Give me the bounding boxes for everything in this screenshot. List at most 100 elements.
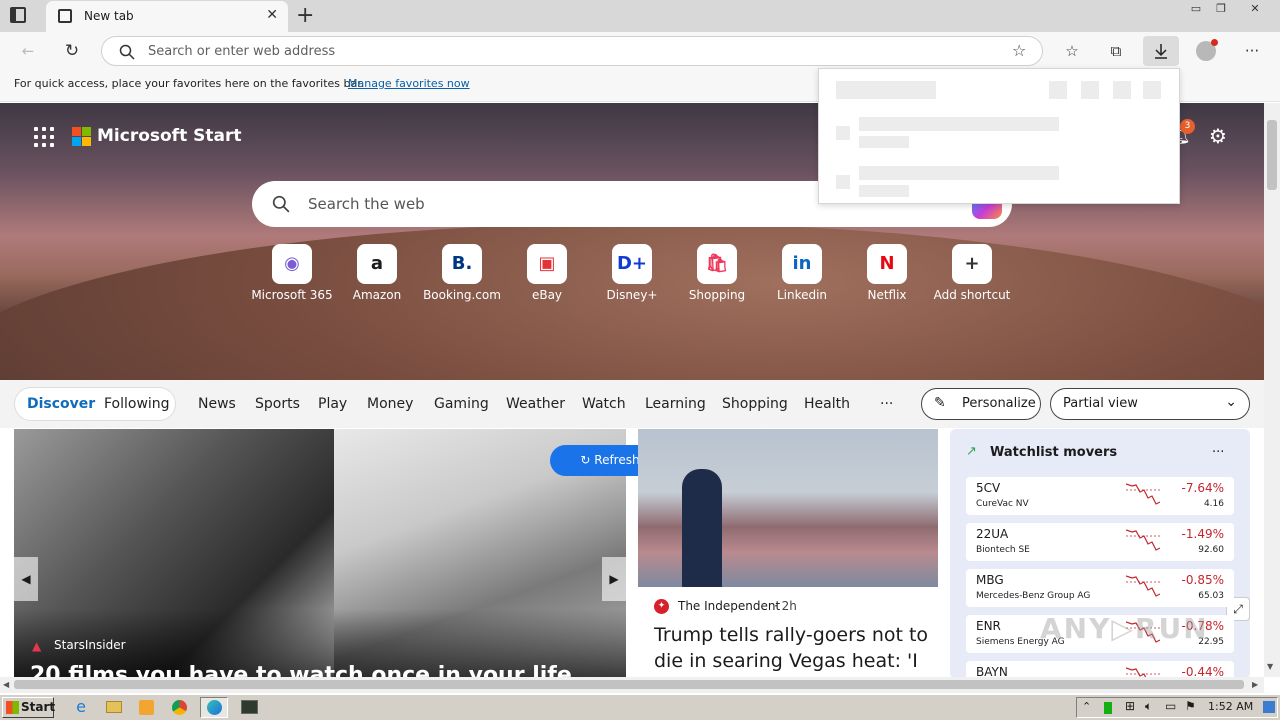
card-headline[interactable]: Trump tells rally-goers not to die in se… [654,622,929,674]
tab-sports[interactable]: Sports [255,396,300,412]
shortcut-tile[interactable]: N Netflix [844,244,930,302]
tab-play[interactable]: Play [318,396,347,412]
stock-ticker: MBG [976,573,1004,587]
carousel-next-icon[interactable]: ▶ [602,557,626,601]
shortcut-tile[interactable]: ◉ Microsoft 365 [249,244,335,302]
shortcut-tile[interactable]: + Add shortcut [929,244,1015,302]
chevron-down-icon: ⌄ [1225,394,1237,410]
show-desktop-icon[interactable] [1263,701,1275,713]
apps-launcher-icon[interactable] [34,127,54,147]
personalize-button[interactable]: ✎ Personalize [921,388,1041,420]
feed-card-news[interactable]: ✦ The Independent · 2h Trump tells rally… [638,429,938,679]
sparkline-chart [1126,529,1160,551]
edge-taskbar-icon[interactable] [200,697,228,718]
tab-news[interactable]: News [198,396,236,412]
horizontal-scroll-thumb[interactable] [14,680,1244,689]
flyout-title-placeholder [836,81,936,99]
address-bar[interactable]: Search or enter web address ☆ [101,36,1043,66]
scroll-down-arrow-icon[interactable]: ▼ [1267,662,1273,671]
windows-logo-icon [6,701,19,714]
tab-watch[interactable]: Watch [582,396,626,412]
favorites-icon[interactable]: ☆ [1060,40,1084,62]
start-button[interactable]: Start [2,697,55,718]
sparkline-line [1126,529,1160,551]
back-icon[interactable]: ← [16,40,40,62]
taskbar-clock[interactable]: 1:52 AM [1208,700,1253,713]
tab-money[interactable]: Money [367,396,413,412]
view-mode-select[interactable]: Partial view ⌄ [1050,388,1250,420]
watchlist-title: Watchlist movers [990,445,1118,460]
shortcut-tile[interactable]: D+ Disney+ [589,244,675,302]
stock-name: Biontech SE [976,545,1030,555]
close-window-icon[interactable]: ✕ [1242,0,1268,18]
minimize-window-icon[interactable]: ▭ [1183,0,1209,18]
refresh-icon: ↻ [580,453,595,467]
network-indicator-icon[interactable] [1104,702,1112,714]
disney-plus-icon: D+ [612,244,652,284]
tab-shopping[interactable]: Shopping [722,396,788,412]
brand-title[interactable]: Microsoft Start [97,126,241,146]
network-icon[interactable]: ⊞ [1125,699,1135,713]
shortcut-tile[interactable]: a Amazon [334,244,420,302]
download-item-placeholder [859,185,909,197]
shortcut-tile[interactable]: 🛍 Shopping [674,244,760,302]
favorites-bar-hint: For quick access, place your favorites h… [14,77,365,90]
tab-actions-icon[interactable] [10,7,26,23]
watchlist-more-button[interactable]: ··· [1212,445,1224,460]
collections-icon[interactable]: ⧉ [1104,40,1128,62]
card-source: The Independent [678,599,781,613]
watchlist-row[interactable]: 22UA Biontech SE -1.49% 92.60 [966,523,1234,561]
carousel-prev-icon[interactable]: ◀ [14,557,38,601]
tab-weather[interactable]: Weather [506,396,565,412]
scroll-right-arrow-icon[interactable]: ▶ [1252,680,1258,689]
notification-badge: 3 [1180,119,1195,134]
internet-explorer-icon[interactable]: e [70,697,92,718]
shortcut-label: Disney+ [606,288,658,302]
chrome-shape [172,700,187,715]
source-logo-icon: ✦ [654,599,669,614]
stock-price: 65.03 [1198,591,1224,601]
page-icon [58,9,72,23]
booking-icon: B. [442,244,482,284]
tab-new-tab[interactable]: New tab ✕ [46,1,288,32]
tab-discover[interactable]: Discover [27,396,95,412]
shopping-icon: 🛍 [697,244,737,284]
tab-gaming[interactable]: Gaming [434,396,489,412]
shortcut-tile[interactable]: B. Booking.com [419,244,505,302]
settings-more-icon[interactable]: ··· [1240,40,1264,62]
stock-change: -0.85% [1181,573,1224,587]
media-player-icon[interactable] [136,697,158,718]
manage-favorites-link[interactable]: Manage favorites now [348,77,470,90]
tray-expand-icon[interactable]: ⌃ [1082,700,1091,713]
restore-window-icon[interactable]: ❐ [1208,0,1234,18]
vertical-scroll-thumb[interactable] [1267,120,1277,190]
stock-change: -1.49% [1181,527,1224,541]
flyout-action-placeholder [1143,81,1161,99]
page-settings-icon[interactable]: ⚙ [1209,124,1227,148]
flyout-action-placeholder [1113,81,1131,99]
feed-card-large[interactable]: ◀ ▶ ▲ StarsInsider 20 films you have to … [14,429,626,679]
watchlist-row[interactable]: 5CV CureVac NV -7.64% 4.16 [966,477,1234,515]
downloads-button[interactable] [1143,36,1179,66]
tab-learning[interactable]: Learning [645,396,706,412]
display-icon[interactable]: ▭ [1165,699,1176,713]
chrome-icon[interactable] [169,697,191,718]
close-tab-icon[interactable]: ✕ [266,7,278,23]
new-tab-button[interactable]: + [296,3,314,28]
refresh-icon[interactable]: ↻ [60,40,84,62]
watchlist-row[interactable]: MBG Mercedes-Benz Group AG -0.85% 65.03 [966,569,1234,607]
file-explorer-icon[interactable] [103,697,125,718]
shortcut-tile[interactable]: in Linkedin [759,244,845,302]
volume-icon[interactable]: 🔈︎ [1145,699,1152,714]
tab-health[interactable]: Health [804,396,850,412]
scroll-left-arrow-icon[interactable]: ◀ [3,680,9,689]
shortcut-tile[interactable]: ▣ eBay [504,244,590,302]
action-center-flag-icon[interactable]: ⚑ [1185,699,1196,713]
stock-price: 4.16 [1203,499,1224,509]
add-favorite-icon[interactable]: ☆ [1012,41,1026,60]
tab-following[interactable]: Following [104,396,170,412]
microsoft-365-icon: ◉ [272,244,312,284]
nav-more-button[interactable]: ··· [880,396,893,412]
profile-avatar[interactable] [1196,39,1218,61]
terminal-icon[interactable] [236,697,264,718]
